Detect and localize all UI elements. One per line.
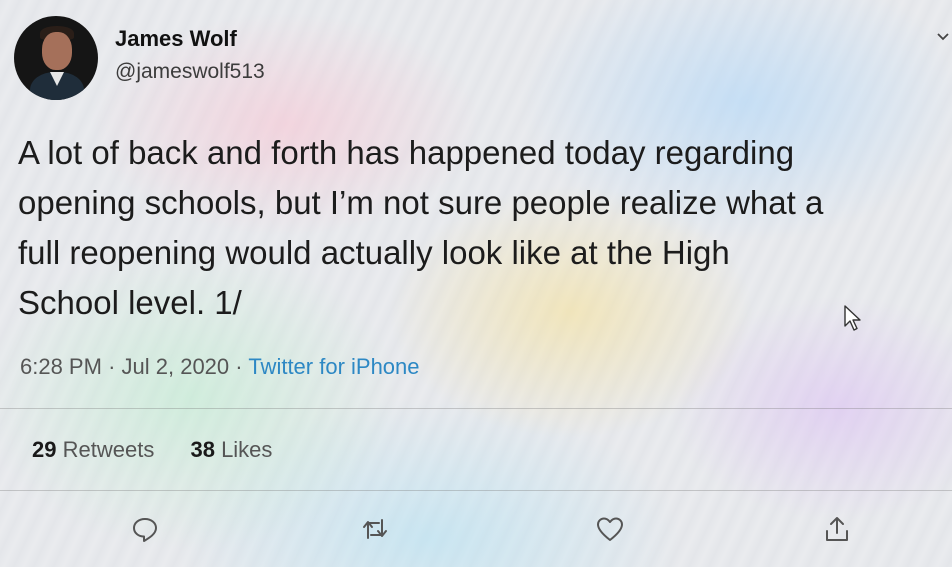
mouse-pointer-icon: [843, 304, 863, 332]
retweet-button[interactable]: [360, 514, 390, 544]
user-avatar[interactable]: [14, 16, 98, 100]
meta-separator: ·: [108, 354, 116, 379]
divider: [0, 490, 952, 491]
heart-icon: [597, 517, 623, 541]
divider: [0, 408, 952, 409]
tweet-line: full reopening would actually look like …: [18, 234, 730, 271]
tweet-line: School level. 1/: [18, 284, 242, 321]
tweet-line: A lot of back and forth has happened tod…: [18, 134, 795, 171]
reply-icon: [133, 518, 157, 542]
likes-label: Likes: [221, 437, 273, 462]
share-icon: [826, 517, 848, 541]
avatar-face: [42, 32, 72, 70]
retweets-count: 29: [32, 437, 57, 462]
tweet-source-link[interactable]: Twitter for iPhone: [248, 354, 419, 379]
tweet-text: A lot of back and forth has happened tod…: [18, 128, 948, 328]
retweet-icon: [363, 519, 387, 539]
share-button[interactable]: [822, 514, 852, 544]
author-handle[interactable]: @jameswolf513: [115, 60, 265, 84]
likes-stat[interactable]: 38 Likes: [190, 437, 272, 462]
likes-count: 38: [190, 437, 215, 462]
retweets-stat[interactable]: 29 Retweets: [32, 437, 160, 462]
tweet-date[interactable]: Jul 2, 2020: [122, 354, 230, 379]
reply-button[interactable]: [130, 514, 160, 544]
tweet-meta: 6:28 PM · Jul 2, 2020 · Twitter for iPho…: [20, 354, 420, 380]
tweet-time[interactable]: 6:28 PM: [20, 354, 102, 379]
tweet-stats: 29 Retweets 38 Likes: [32, 437, 302, 463]
chevron-down-icon[interactable]: [936, 30, 950, 44]
author-name[interactable]: James Wolf: [115, 26, 237, 52]
retweets-label: Retweets: [62, 437, 155, 462]
tweet-line: opening schools, but I’m not sure people…: [18, 184, 824, 221]
meta-separator: ·: [235, 354, 243, 379]
like-button[interactable]: [595, 514, 625, 544]
